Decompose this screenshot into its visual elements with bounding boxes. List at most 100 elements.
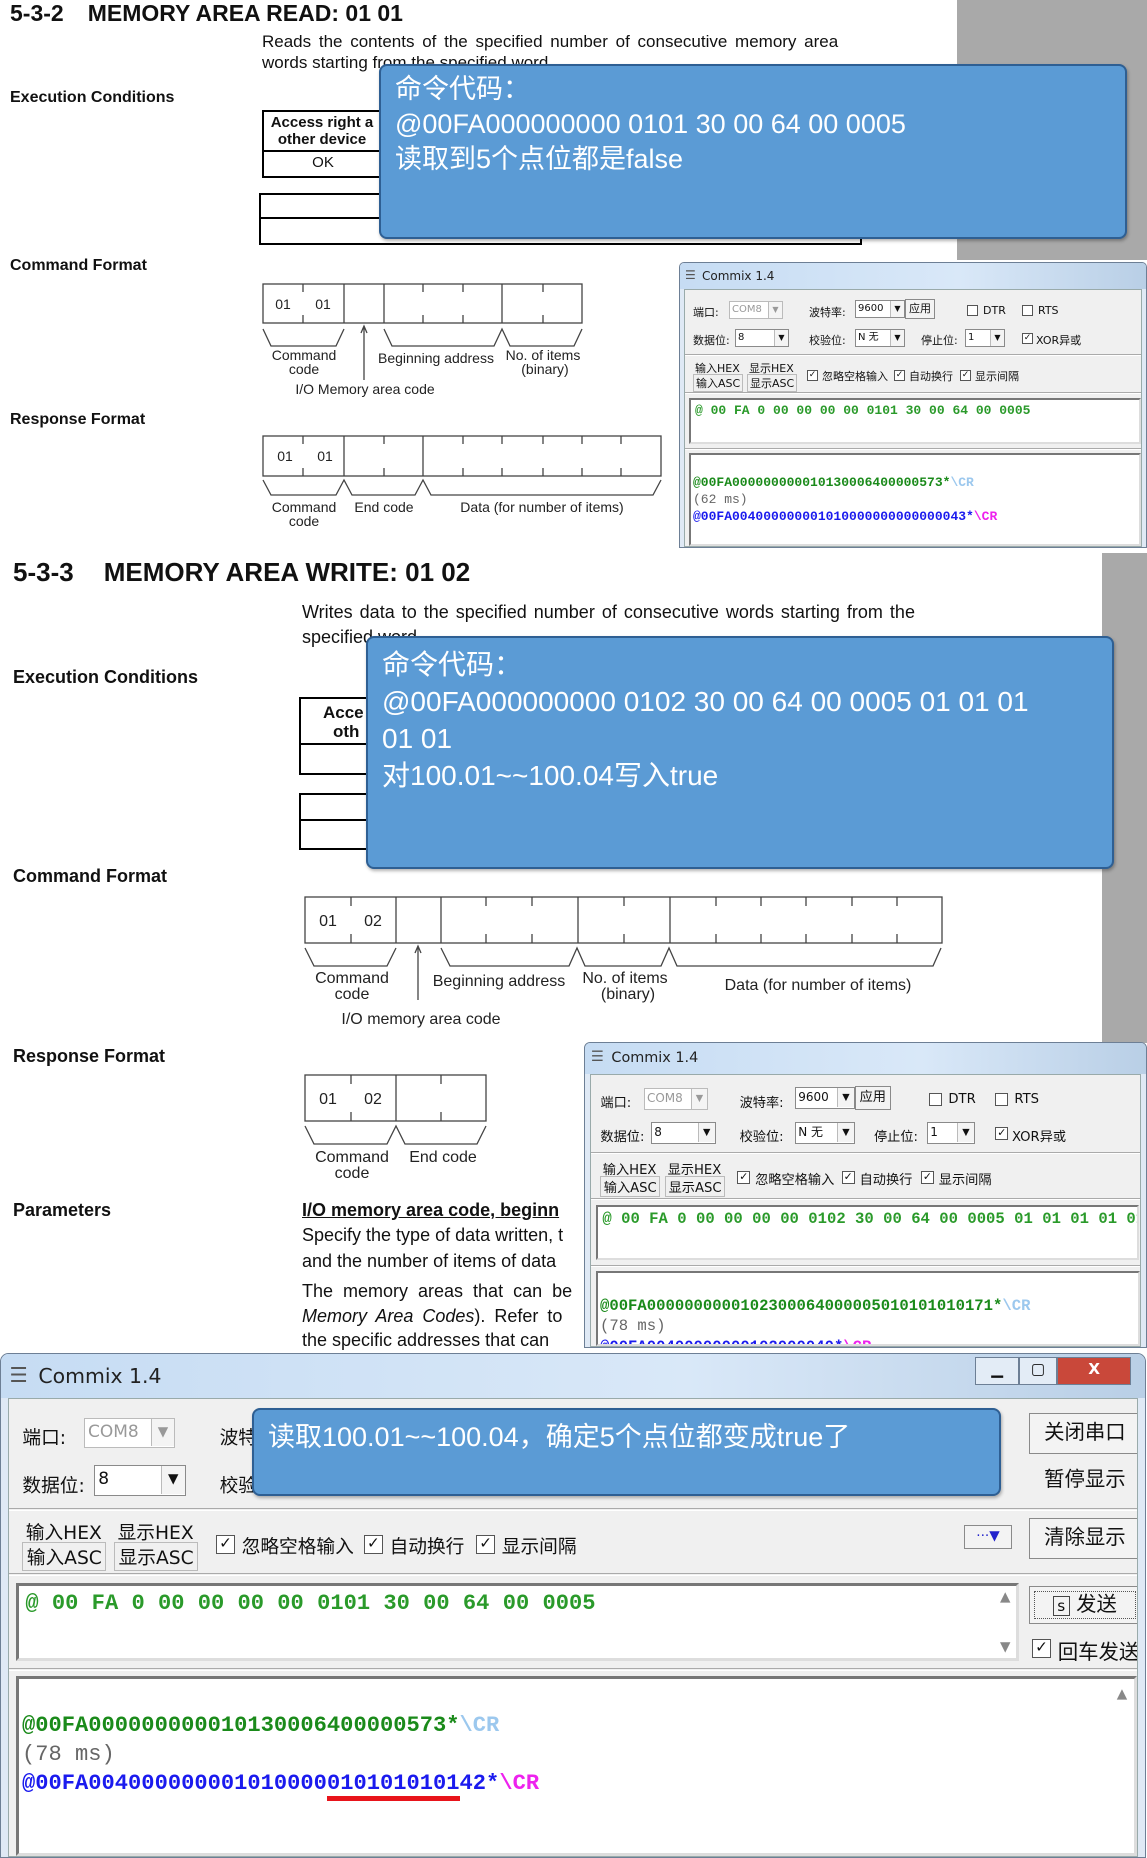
auto-wrap-checkbox[interactable]: ✓ xyxy=(841,1171,855,1185)
ignore-space-checkbox[interactable]: ✓ xyxy=(807,370,818,381)
scroll-up-icon[interactable]: ▲ xyxy=(1117,1686,1127,1702)
command-format-label: Command Format xyxy=(13,866,168,886)
title-bar[interactable]: ☰ Commix 1.4 xyxy=(585,1043,1146,1075)
latency-line: (62 ms) xyxy=(693,492,748,507)
xor-checkbox[interactable]: ✓ xyxy=(995,1126,1009,1140)
show-asc-tab[interactable]: 显示ASC xyxy=(747,374,798,392)
show-interval-label: 显示间隔 xyxy=(501,1536,577,1558)
databits-select[interactable]: 8 ▼ xyxy=(650,1121,716,1144)
bracket xyxy=(304,946,942,967)
show-interval-checkbox[interactable]: ✓ xyxy=(920,1171,934,1185)
xor-checkbox[interactable]: ✓ xyxy=(1022,333,1033,344)
pause-display-button[interactable]: 暂停显示 xyxy=(1029,1460,1137,1501)
diagram-label: Command xyxy=(272,499,337,515)
show-asc-tab[interactable]: 显示ASC xyxy=(114,1541,199,1571)
divider xyxy=(685,392,1141,394)
send-input[interactable]: @ 00 FA 0 00 00 00 00 0102 30 00 64 00 0… xyxy=(595,1204,1140,1260)
send-button[interactable]: s 发送 xyxy=(1028,1586,1138,1624)
parity-label: 校验位: xyxy=(809,334,846,347)
dtr-label: DTR xyxy=(983,304,1006,317)
parameters-line: and the number of items of data xyxy=(302,1251,557,1271)
code-byte: 01 xyxy=(319,913,337,930)
receive-output[interactable]: @00FA000000000010130006400000573*\CR (78… xyxy=(15,1676,1137,1856)
send-input[interactable]: @ 00 FA 0 00 00 00 00 0101 30 00 64 00 0… xyxy=(15,1582,1019,1661)
code-byte: 01 xyxy=(277,448,293,464)
commix-window: ☰ Commix 1.4 端口: COM8▼ 波特率: 9600▼ 应用 DTR … xyxy=(679,262,1147,548)
diagram-label: Data (for number of items) xyxy=(725,977,912,994)
stopbits-select[interactable]: 1▼ xyxy=(965,329,1005,347)
apply-button[interactable]: 应用 xyxy=(905,299,935,319)
diagram-label: End code xyxy=(409,1149,477,1166)
command-format-label: Command Format xyxy=(10,257,147,274)
input-asc-tab[interactable]: 输入ASC xyxy=(600,1175,661,1197)
received-data: 0101010101 xyxy=(326,1771,460,1802)
input-asc-tab[interactable]: 输入ASC xyxy=(693,374,744,392)
show-asc-tab[interactable]: 显示ASC xyxy=(665,1175,725,1197)
title-bar[interactable]: ☰ Commix 1.4 xyxy=(1,1354,1145,1399)
databits-select[interactable]: 8 ▼ xyxy=(735,329,789,347)
parameters-label: Parameters xyxy=(13,1200,112,1220)
title-bar[interactable]: ☰ Commix 1.4 xyxy=(680,263,1146,289)
divider xyxy=(8,1572,1137,1576)
rts-checkbox[interactable] xyxy=(995,1093,1009,1107)
ignore-space-checkbox[interactable]: ✓ xyxy=(737,1171,751,1185)
port-select[interactable]: COM8 ▼ xyxy=(643,1088,709,1110)
rts-checkbox[interactable] xyxy=(1022,305,1033,316)
table-cell: OK xyxy=(312,154,334,171)
scroll-up-icon[interactable]: ▲ xyxy=(1000,1589,1010,1605)
show-interval-checkbox[interactable]: ✓ xyxy=(960,370,971,381)
code-byte: 01 xyxy=(317,448,333,464)
port-label: 端口: xyxy=(693,306,719,319)
parity-select[interactable]: N 无▼ xyxy=(794,1121,855,1144)
input-asc-tab[interactable]: 输入ASC xyxy=(22,1541,107,1571)
parity-select[interactable]: N 无▼ xyxy=(855,329,905,347)
minimize-button[interactable]: ▁ xyxy=(975,1357,1020,1385)
clear-display-button[interactable]: 清除显示 xyxy=(1028,1518,1138,1559)
auto-wrap-checkbox[interactable]: ✓ xyxy=(894,370,905,381)
bracket xyxy=(262,327,583,347)
chevron-down-icon: ▼ xyxy=(774,330,788,346)
parameters-line: the specific addresses that can xyxy=(302,1330,550,1350)
divider xyxy=(590,1151,1140,1155)
field-divider xyxy=(343,436,424,476)
send-input[interactable]: @ 00 FA 0 00 00 00 00 0101 30 00 64 00 0… xyxy=(689,398,1141,444)
enter-send-checkbox[interactable]: ✓ xyxy=(1032,1638,1051,1658)
diagram-label: Command xyxy=(272,347,337,363)
auto-wrap-checkbox[interactable]: ✓ xyxy=(364,1535,383,1554)
port-select[interactable]: COM8 ▼ xyxy=(729,301,783,319)
chevron-down-icon: ▼ xyxy=(957,1122,974,1143)
close-button[interactable]: X xyxy=(1056,1357,1132,1385)
latency-line: (78 ms) xyxy=(599,1317,666,1336)
parameters-line: Specify the type of data written, t xyxy=(302,1225,564,1245)
annotation-callout: 读取100.01~~100.04，确定5个点位都变成true了 xyxy=(252,1408,1001,1496)
divider xyxy=(685,448,1141,450)
auto-wrap-label: 自动换行 xyxy=(859,1172,913,1188)
response-format-box xyxy=(262,435,662,477)
scroll-down-icon[interactable]: ▼ xyxy=(1000,1639,1010,1655)
dtr-checkbox[interactable] xyxy=(967,305,978,316)
close-port-button[interactable]: 关闭串口 xyxy=(1028,1412,1138,1454)
show-interval-checkbox[interactable]: ✓ xyxy=(476,1535,495,1554)
ignore-space-label: 忽略空格输入 xyxy=(755,1172,835,1188)
diagram-label: (binary) xyxy=(521,361,568,377)
bracket xyxy=(304,1124,487,1145)
chevron-down-icon: ▼ xyxy=(890,330,904,346)
more-dropdown[interactable]: ···▼ xyxy=(964,1524,1012,1549)
baud-select[interactable]: 9600▼ xyxy=(855,300,905,318)
maximize-button[interactable]: ▢ xyxy=(1019,1357,1057,1385)
port-select[interactable]: COM8 ▼ xyxy=(83,1417,176,1449)
baud-select[interactable]: 9600▼ xyxy=(794,1087,855,1109)
execution-conditions-label: Execution Conditions xyxy=(10,89,175,106)
commix-window-write: ☰ Commix 1.4 端口: COM8 ▼ 波特率: 9600 ▼ 应用 DTR … xyxy=(584,1042,1147,1349)
execution-conditions-label: Execution Conditions xyxy=(13,667,199,687)
rts-label: RTS xyxy=(1014,1091,1040,1107)
received-line: @00FA00400000000102000040*\CR xyxy=(600,1338,871,1344)
chevron-down-icon: ▼ xyxy=(690,1089,708,1109)
apply-button[interactable]: 应用 xyxy=(854,1085,891,1110)
dtr-checkbox[interactable] xyxy=(929,1093,943,1107)
receive-output[interactable]: @00FA00000000001023000640000050101010101… xyxy=(595,1270,1140,1346)
stopbits-select[interactable]: 1▼ xyxy=(926,1121,975,1144)
ignore-space-checkbox[interactable]: ✓ xyxy=(216,1535,235,1554)
receive-output[interactable]: @00FA000000000010130006400000573*\CR (62… xyxy=(689,453,1141,546)
databits-select[interactable]: 8 ▼ xyxy=(93,1465,186,1497)
